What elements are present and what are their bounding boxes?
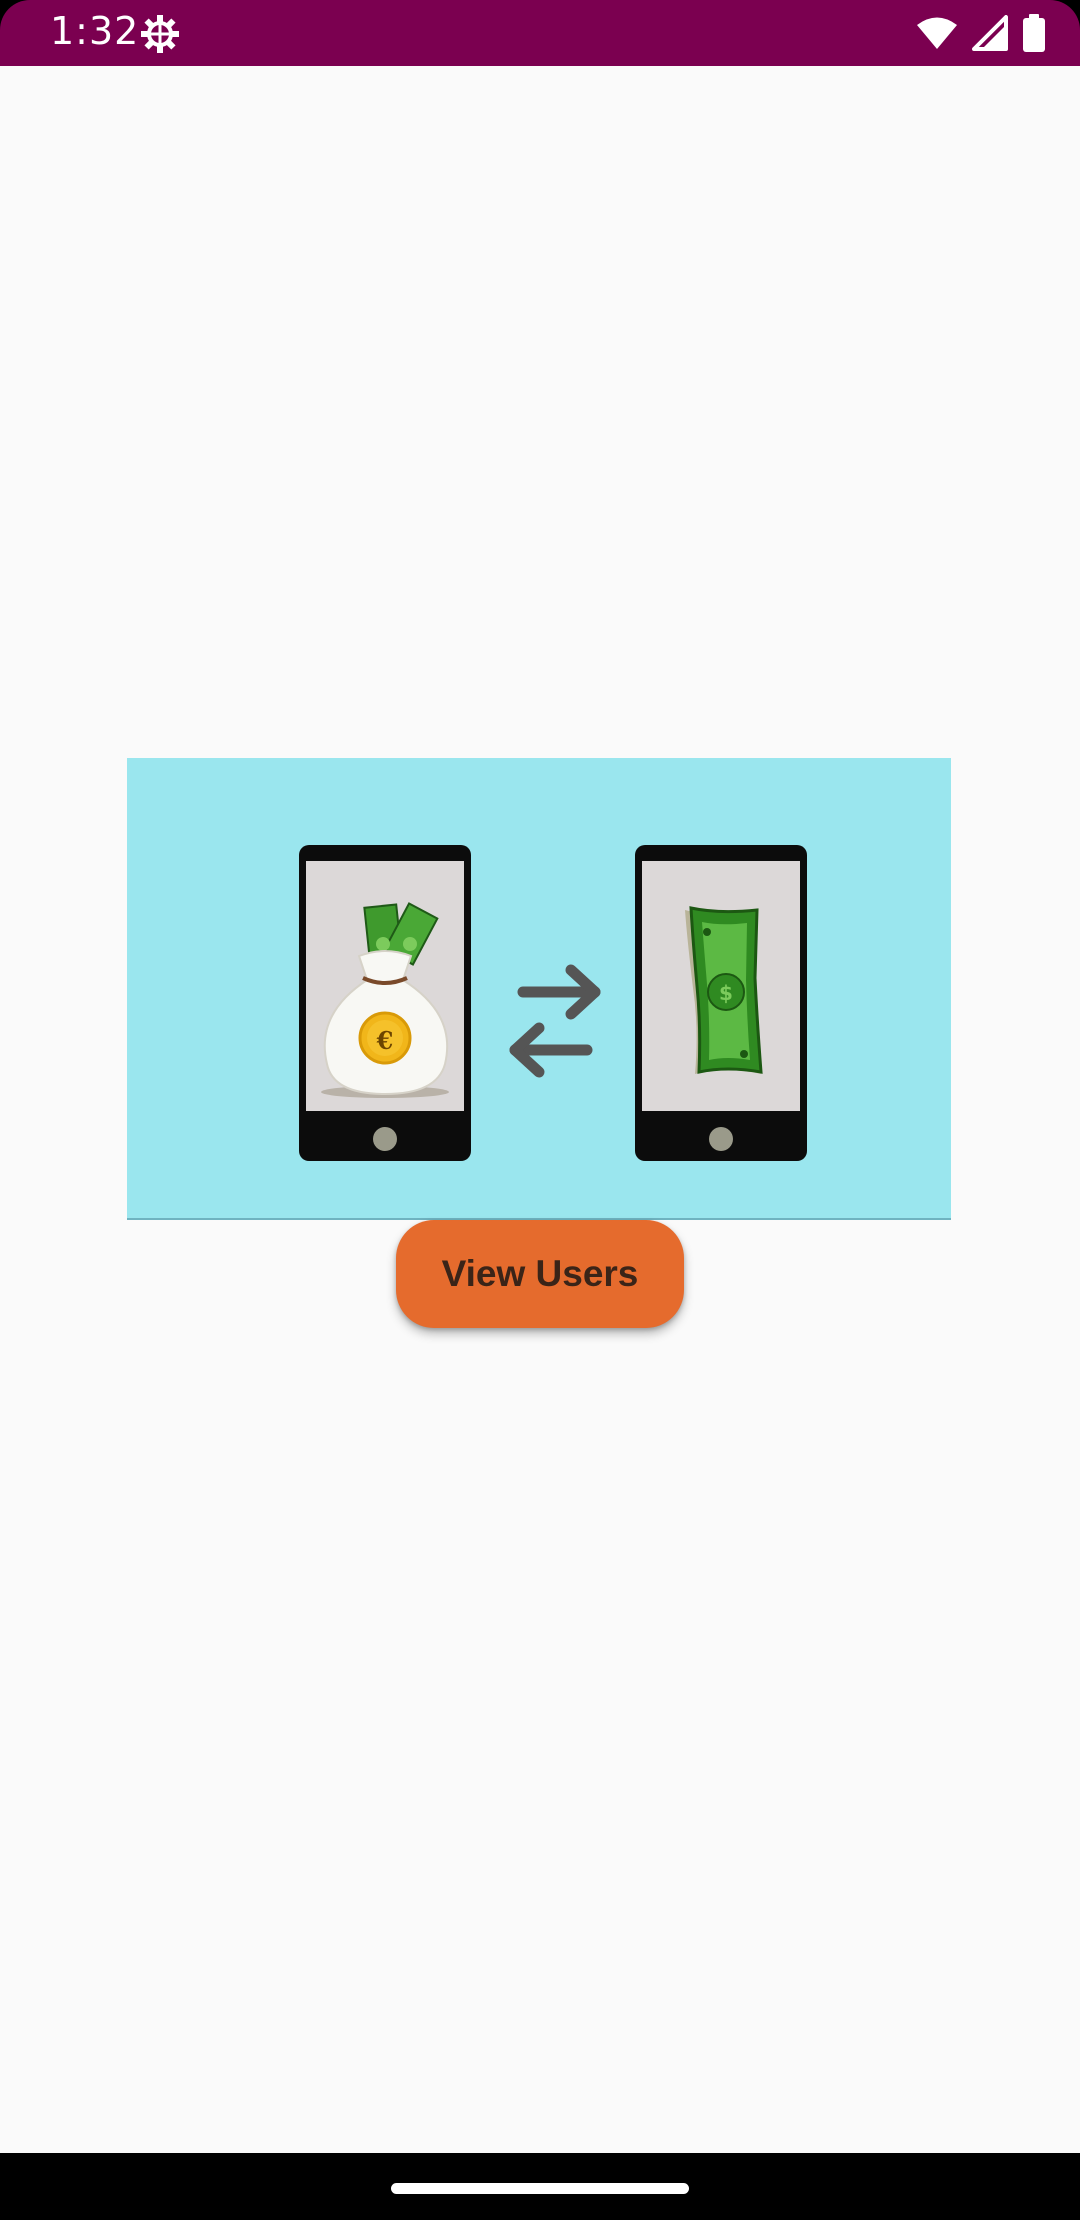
status-bar: 1:32 <box>0 0 1080 66</box>
svg-text:$: $ <box>719 981 733 1005</box>
status-icons <box>916 14 1046 57</box>
battery-icon <box>1022 14 1046 57</box>
money-transfer-illustration: € $ <box>127 758 951 1220</box>
wifi-icon <box>916 16 958 55</box>
settings-gear-icon <box>140 14 180 54</box>
home-gesture-handle[interactable] <box>391 2183 689 2194</box>
euro-coin-icon: € <box>376 1026 394 1055</box>
cellular-signal-icon <box>972 15 1008 56</box>
view-users-button[interactable]: View Users <box>396 1220 684 1328</box>
transfer-arrows-icon <box>509 964 601 1078</box>
status-time: 1:32 <box>50 9 140 53</box>
svg-text:€: € <box>376 1026 394 1055</box>
